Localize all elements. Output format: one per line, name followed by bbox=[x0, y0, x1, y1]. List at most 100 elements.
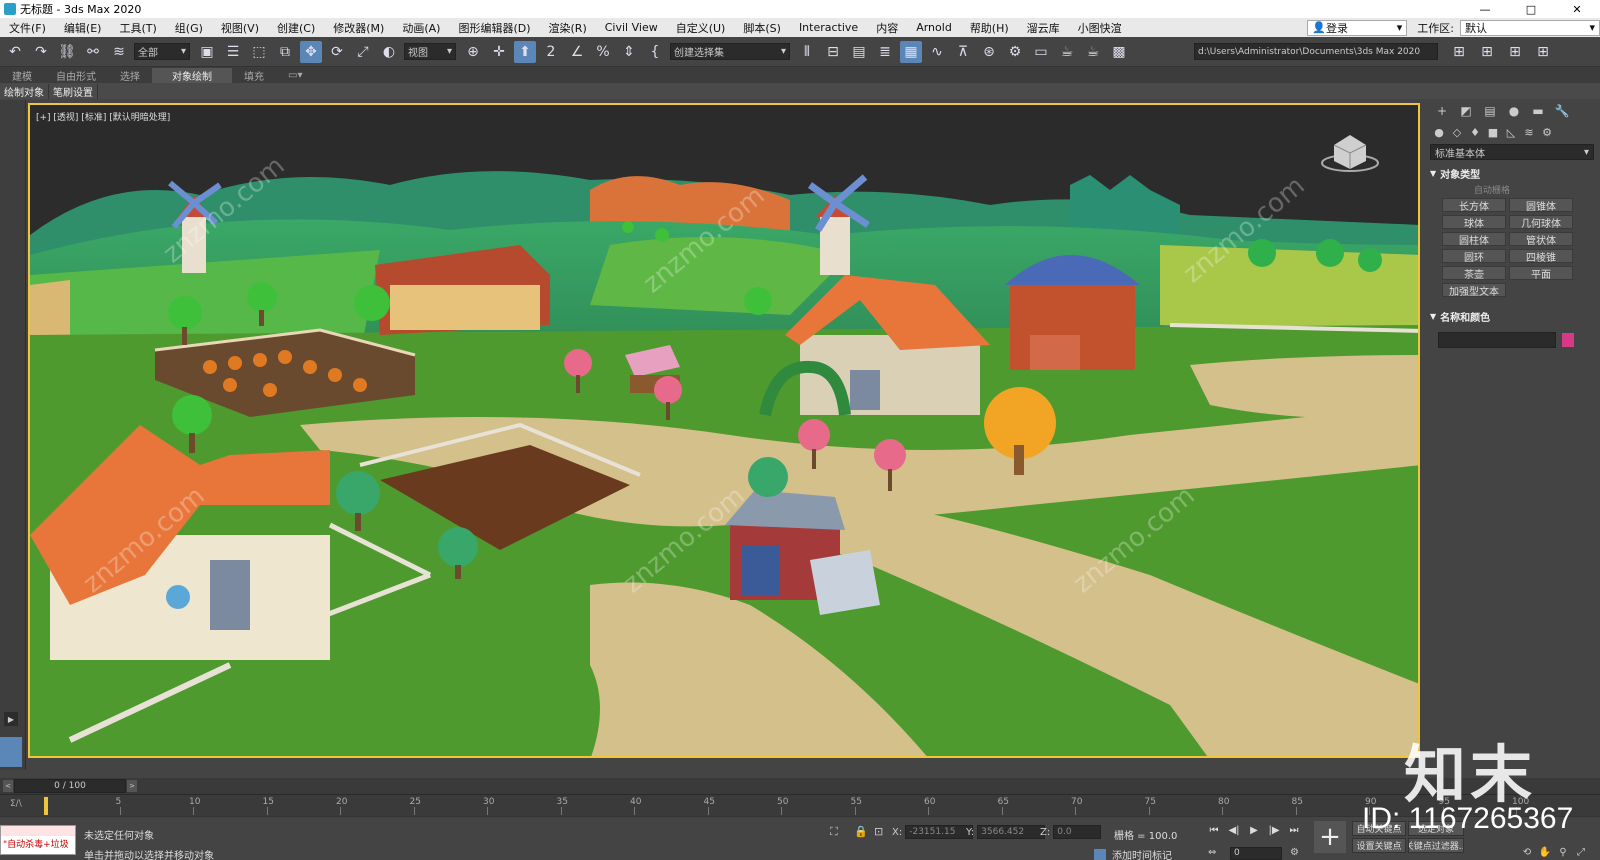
helpers-icon[interactable]: ◺ bbox=[1502, 126, 1520, 139]
maxscript-listener[interactable]: "自动杀毒+垃圾 bbox=[0, 825, 76, 855]
cone-button[interactable]: 圆锥体 bbox=[1509, 198, 1573, 213]
named-selection-dropdown[interactable]: 创建选择集 ▾ bbox=[670, 43, 790, 60]
select-rotate-icon[interactable]: ⟳ bbox=[326, 41, 348, 63]
cameras-icon[interactable]: ■ bbox=[1484, 126, 1502, 139]
shapes-icon[interactable]: ◇ bbox=[1448, 126, 1466, 139]
panel-paint-objects[interactable]: 绘制对象 bbox=[0, 83, 49, 99]
hierarchy-tab-icon[interactable]: ▤ bbox=[1478, 104, 1502, 118]
menu-customize[interactable]: 自定义(U) bbox=[667, 20, 735, 36]
select-scale-icon[interactable]: ⤢ bbox=[352, 41, 374, 63]
key-mode-icon[interactable]: ⇔ bbox=[1208, 847, 1216, 858]
curve-editor-icon[interactable]: ∿ bbox=[926, 41, 948, 63]
object-type-rollout[interactable]: ▼ 对象类型 bbox=[1430, 166, 1594, 181]
select-object-icon[interactable]: ▣ bbox=[196, 41, 218, 63]
menu-edit[interactable]: 编辑(E) bbox=[55, 20, 111, 36]
project-settings-icon[interactable]: ⊞ bbox=[1532, 41, 1554, 63]
menu-group[interactable]: 组(G) bbox=[166, 20, 212, 36]
maximize-viewport-icon[interactable]: ⤢ bbox=[1572, 847, 1590, 858]
prev-key-icon[interactable]: ◀| bbox=[1224, 825, 1244, 836]
scene-explorer-icon[interactable]: ▤ bbox=[848, 41, 870, 63]
mini-curve-icon[interactable]: Σ/\ bbox=[10, 799, 22, 809]
workspace-select[interactable]: 默认 ▾ bbox=[1460, 19, 1600, 36]
percent-snap-icon[interactable]: % bbox=[592, 41, 614, 63]
menu-animation[interactable]: 动画(A) bbox=[393, 20, 449, 36]
tube-button[interactable]: 管状体 bbox=[1509, 232, 1573, 247]
set-key-button[interactable]: 设置关键点 bbox=[1352, 838, 1406, 853]
link-icon[interactable]: ⛓ bbox=[56, 41, 78, 63]
login-dropdown[interactable]: 👤 登录 ▾ bbox=[1307, 19, 1408, 36]
ref-coord-dropdown[interactable]: 视图 ▾ bbox=[404, 43, 456, 60]
selection-filter-dropdown[interactable]: 全部 ▾ bbox=[134, 43, 190, 60]
close-button[interactable]: ✕ bbox=[1554, 0, 1600, 18]
orbit-icon[interactable]: ⟲ bbox=[1518, 847, 1536, 858]
primitive-category-dropdown[interactable]: 标准基本体 ▾ bbox=[1430, 144, 1594, 160]
material-editor-icon[interactable]: ⊛ bbox=[978, 41, 1000, 63]
sphere-button[interactable]: 球体 bbox=[1442, 215, 1506, 230]
x-field[interactable]: -23151.15 bbox=[905, 825, 974, 839]
viewport-layout-tab[interactable] bbox=[0, 737, 22, 767]
bind-space-warp-icon[interactable]: ≋ bbox=[108, 41, 130, 63]
tab-populate[interactable]: 填充 bbox=[232, 68, 276, 83]
object-name-field[interactable] bbox=[1438, 332, 1556, 348]
menu-scripting[interactable]: 脚本(S) bbox=[734, 20, 790, 36]
spacewarps-icon[interactable]: ≋ bbox=[1520, 126, 1538, 139]
pan-icon[interactable]: ✋ bbox=[1536, 847, 1554, 858]
menu-tools[interactable]: 工具(T) bbox=[110, 20, 165, 36]
go-to-start-icon[interactable]: ⏮ bbox=[1204, 825, 1224, 836]
current-frame-field[interactable]: 0 bbox=[1230, 847, 1282, 860]
next-key-icon[interactable]: |▶ bbox=[1264, 825, 1284, 836]
menu-rendering[interactable]: 渲染(R) bbox=[540, 20, 596, 36]
maxscript-input[interactable] bbox=[1, 826, 75, 836]
ribbon-toggle-icon[interactable]: ▦ bbox=[900, 40, 922, 63]
geometry-icon[interactable]: ● bbox=[1430, 126, 1448, 139]
edit-named-sets-icon[interactable]: { bbox=[644, 41, 666, 63]
tab-selection[interactable]: 选择 bbox=[108, 68, 152, 83]
panel-brush-settings[interactable]: 笔刷设置 bbox=[49, 83, 98, 99]
select-by-name-icon[interactable]: ☰ bbox=[222, 41, 244, 63]
rect-selection-icon[interactable]: ⬚ bbox=[248, 41, 270, 63]
menu-arnold[interactable]: Arnold bbox=[907, 21, 961, 34]
spinner-snap-icon[interactable]: ⇕ bbox=[618, 41, 640, 63]
autogrid-checkbox[interactable]: 自动栅格 bbox=[1474, 183, 1600, 196]
pyramid-button[interactable]: 四棱锥 bbox=[1509, 249, 1573, 264]
y-field[interactable]: 3566.452 bbox=[977, 825, 1046, 839]
motion-tab-icon[interactable]: ● bbox=[1502, 104, 1526, 118]
systems-icon[interactable]: ⚙ bbox=[1538, 126, 1556, 139]
pivot-center-icon[interactable]: ⊕ bbox=[462, 41, 484, 63]
text-plus-button[interactable]: 加强型文本 bbox=[1442, 283, 1506, 298]
plane-button[interactable]: 平面 bbox=[1509, 266, 1573, 281]
unlink-icon[interactable]: ⚯ bbox=[82, 41, 104, 63]
place-icon[interactable]: ◐ bbox=[378, 41, 400, 63]
project-path-dropdown[interactable]: d:\Users\Administrator\Documents\3ds Max… bbox=[1194, 43, 1438, 60]
zoom-icon[interactable]: ⚲ bbox=[1554, 847, 1572, 858]
project-save-icon[interactable]: ⊞ bbox=[1504, 41, 1526, 63]
tab-modeling[interactable]: 建模 bbox=[0, 68, 44, 83]
box-button[interactable]: 长方体 bbox=[1442, 198, 1506, 213]
project-open-icon[interactable]: ⊞ bbox=[1476, 41, 1498, 63]
menu-interactive[interactable]: Interactive bbox=[790, 21, 867, 34]
play-icon[interactable]: ▶ bbox=[1244, 825, 1264, 836]
modify-tab-icon[interactable]: ◩ bbox=[1454, 104, 1478, 118]
render-cloud-icon[interactable]: ▩ bbox=[1108, 41, 1130, 63]
time-config-icon[interactable]: ⚙ bbox=[1290, 847, 1299, 858]
redo-icon[interactable]: ↷ bbox=[30, 41, 52, 63]
lock-icon[interactable]: 🔒 bbox=[854, 825, 868, 838]
name-color-rollout[interactable]: ▼ 名称和颜色 bbox=[1430, 309, 1594, 324]
menu-file[interactable]: 文件(F) bbox=[0, 20, 55, 36]
window-crossing-icon[interactable]: ⧉ bbox=[274, 41, 296, 63]
expand-arrow-icon[interactable]: ▶ bbox=[4, 712, 18, 726]
key-filters-button[interactable]: 关键点过滤器... bbox=[1408, 838, 1464, 853]
next-frame-icon[interactable]: > bbox=[127, 780, 137, 792]
render-iterative-icon[interactable]: ☕ bbox=[1082, 41, 1104, 63]
utilities-tab-icon[interactable]: 🔧 bbox=[1550, 104, 1574, 118]
mirror-icon[interactable]: ⫴ bbox=[796, 41, 818, 63]
go-to-end-icon[interactable]: ⏭ bbox=[1284, 825, 1304, 836]
menu-civil-view[interactable]: Civil View bbox=[596, 21, 667, 34]
menu-create[interactable]: 创建(C) bbox=[268, 20, 324, 36]
time-slider[interactable]: < 0 / 100 > bbox=[0, 778, 1600, 794]
ribbon-options-icon[interactable]: ▭▾ bbox=[276, 70, 314, 81]
z-field[interactable]: 0.0 bbox=[1053, 825, 1102, 839]
isolate-icon[interactable]: ⛶ bbox=[830, 825, 838, 839]
maximize-button[interactable]: □ bbox=[1508, 0, 1554, 18]
tab-object-paint[interactable]: 对象绘制 bbox=[152, 67, 232, 83]
